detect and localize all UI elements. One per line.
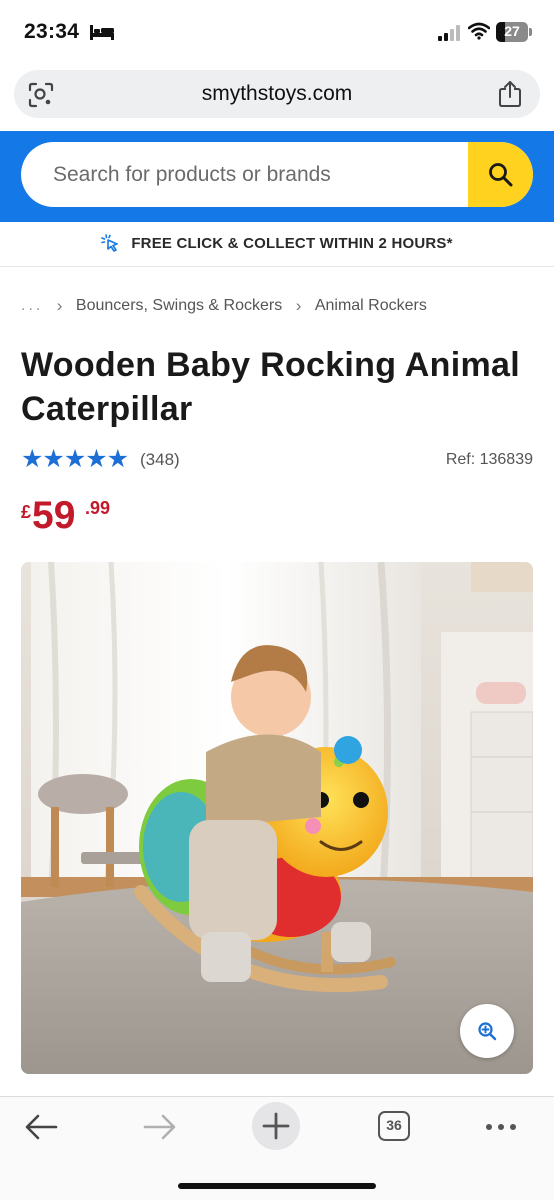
product-ref: Ref: 136839: [445, 451, 533, 468]
product-title: Wooden Baby Rocking Animal Caterpillar: [21, 346, 520, 428]
battery-level: 27: [504, 23, 520, 39]
price-currency: £: [21, 502, 32, 522]
star-rating[interactable]: ★★★★★: [21, 446, 129, 472]
bed-icon: [90, 25, 114, 40]
product-image[interactable]: [21, 562, 533, 1074]
breadcrumb-item-bouncers[interactable]: Bouncers, Swings & Rockers: [76, 297, 282, 315]
site-header: [0, 131, 554, 222]
chevron-right-icon: ›: [295, 296, 302, 315]
battery-icon: 27: [496, 22, 532, 42]
tabs-button[interactable]: 36: [370, 1107, 418, 1147]
address-bar[interactable]: smythstoys.com: [14, 70, 540, 118]
search-box: [21, 142, 533, 207]
new-tab-button[interactable]: [252, 1102, 300, 1150]
status-bar: 23:34 27: [0, 0, 554, 66]
browser-toolbar: 36: [0, 1096, 554, 1200]
wifi-icon: [468, 22, 490, 40]
more-button[interactable]: [477, 1107, 525, 1147]
share-icon[interactable]: [498, 80, 522, 108]
zoom-button[interactable]: [460, 1004, 514, 1058]
chevron-right-icon: ›: [56, 296, 63, 315]
back-arrow-icon: [25, 1114, 58, 1140]
signal-icon: [438, 25, 460, 41]
breadcrumb-ellipsis[interactable]: ...: [21, 297, 43, 315]
price-pence: .99: [85, 498, 111, 518]
plus-icon: [262, 1112, 290, 1140]
search-input[interactable]: [21, 142, 469, 207]
search-icon: [489, 163, 513, 187]
breadcrumb-item-animal-rockers[interactable]: Animal Rockers: [315, 297, 427, 315]
search-button[interactable]: [468, 142, 533, 207]
rating-row: ★★★★★ (348) Ref: 136839: [21, 446, 533, 472]
more-dots-icon: [486, 1124, 516, 1130]
product-photo: [21, 562, 533, 1074]
breadcrumb: ... › Bouncers, Swings & Rockers › Anima…: [21, 296, 427, 316]
zoom-in-icon: [478, 1022, 497, 1041]
status-time: 23:34: [24, 20, 80, 43]
home-indicator: [178, 1183, 376, 1189]
forward-arrow-icon: [143, 1114, 176, 1140]
url-text[interactable]: smythstoys.com: [14, 82, 540, 106]
back-button[interactable]: [18, 1107, 66, 1147]
cursor-click-icon: [101, 234, 119, 252]
review-count[interactable]: (348): [140, 450, 180, 470]
forward-button[interactable]: [135, 1107, 183, 1147]
price-main: 59: [32, 494, 76, 537]
tab-count: 36: [378, 1111, 410, 1141]
promo-text: FREE CLICK & COLLECT WITHIN 2 HOURS*: [131, 235, 453, 252]
promo-banner[interactable]: FREE CLICK & COLLECT WITHIN 2 HOURS*: [0, 222, 554, 267]
